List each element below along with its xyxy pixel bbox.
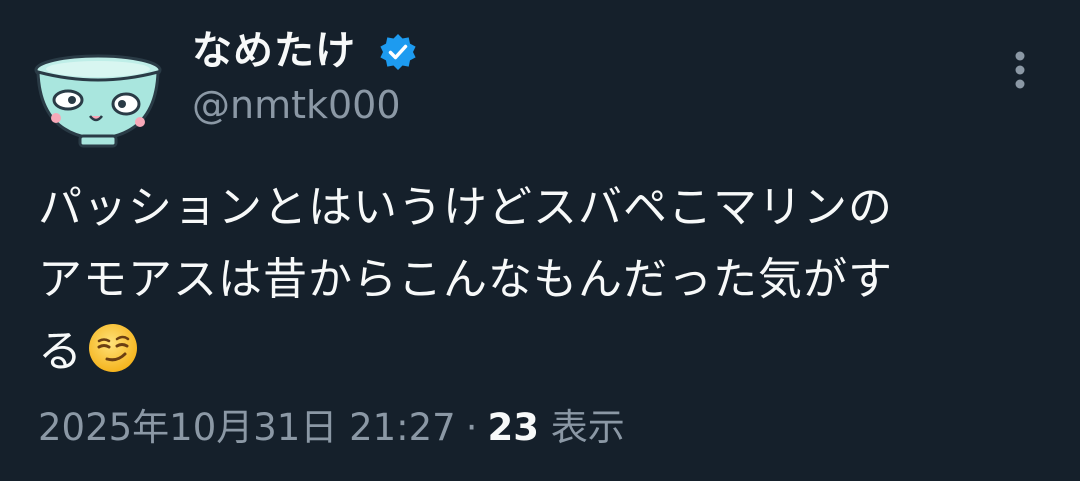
avatar[interactable] bbox=[28, 42, 168, 152]
user-handle[interactable]: @nmtk000 bbox=[192, 82, 401, 128]
rice-bowl-character-icon bbox=[34, 54, 162, 148]
tweet-card: なめたけ @nmtk000 パッションとはいうけどスバペこマリンの アモアスは昔… bbox=[0, 0, 1080, 481]
display-name[interactable]: なめたけ bbox=[192, 26, 356, 76]
views-label: 表示 bbox=[550, 406, 625, 449]
views-count: 23 bbox=[487, 406, 539, 449]
meta-separator: · bbox=[465, 406, 478, 449]
tweet-text-fragment: る bbox=[38, 326, 83, 377]
tweet-meta: 2025年10月31日 21:27 · 23 表示 bbox=[38, 404, 625, 452]
tweet-text: パッションとはいうけどスバペこマリンの アモアスは昔からこんなもんだった気がす … bbox=[38, 172, 1048, 388]
tweet-text-line: パッションとはいうけどスバペこマリンの bbox=[38, 182, 893, 233]
tweet-text-line: る bbox=[38, 316, 1048, 388]
more-options-button[interactable] bbox=[1006, 48, 1034, 92]
more-vertical-icon bbox=[1015, 51, 1025, 89]
smirking-face-emoji-icon bbox=[87, 322, 139, 374]
tweet-text-line: アモアスは昔からこんなもんだった気がす bbox=[38, 254, 893, 305]
timestamp[interactable]: 2025年10月31日 21:27 bbox=[38, 406, 456, 449]
verified-badge-icon bbox=[378, 32, 418, 72]
